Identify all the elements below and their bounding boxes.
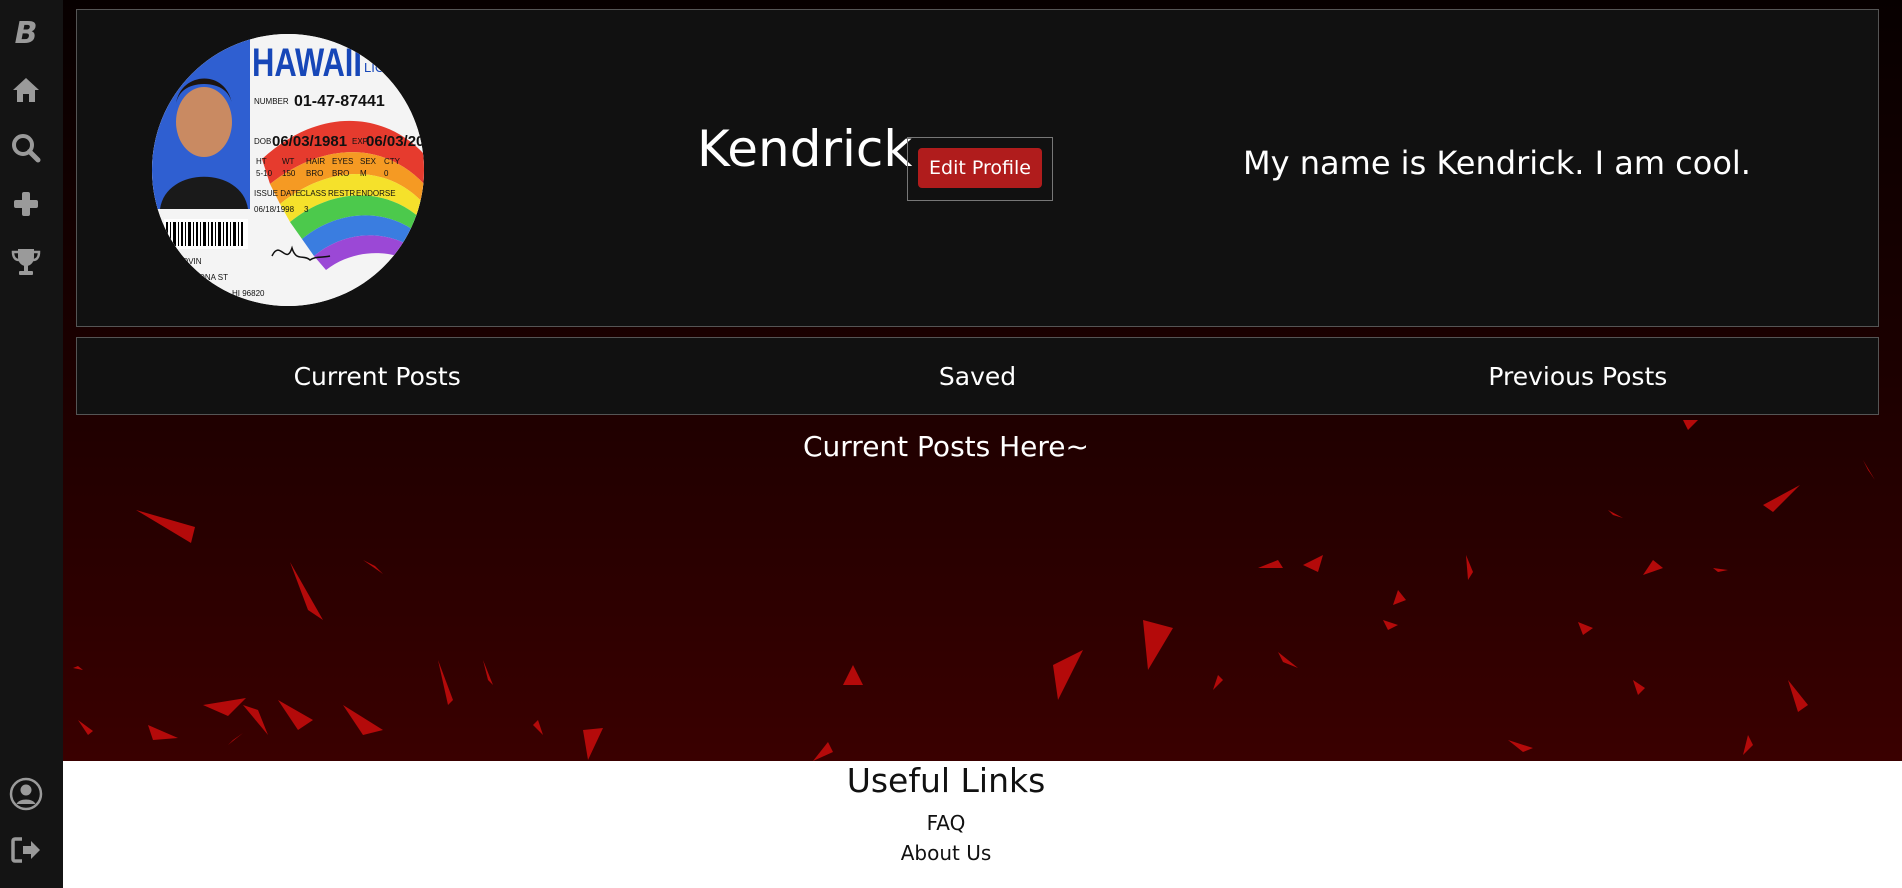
sidebar: B (0, 0, 63, 888)
brand-letter: B (14, 16, 38, 51)
svg-text:ISSUE DATE: ISSUE DATE (254, 189, 301, 198)
edit-profile-button[interactable]: Edit Profile (918, 148, 1042, 188)
svg-text:ENDORSE: ENDORSE (356, 189, 396, 198)
faq-link[interactable]: FAQ (63, 811, 1829, 835)
svg-text:3: 3 (304, 205, 309, 214)
svg-text:OVIN: OVIN (182, 257, 202, 266)
profile-tabs: Current Posts Saved Previous Posts (76, 337, 1879, 415)
svg-text:HAWAII: HAWAII (252, 41, 362, 85)
tab-previous-posts[interactable]: Previous Posts (1278, 338, 1878, 414)
svg-text:0: 0 (384, 169, 389, 178)
posts-heading: Current Posts Here~ (802, 430, 1089, 463)
svg-text:SEX: SEX (360, 157, 377, 166)
svg-text:HAIR: HAIR (306, 157, 325, 166)
svg-text:06/03/1981: 06/03/1981 (272, 133, 347, 150)
tab-saved[interactable]: Saved (677, 338, 1277, 414)
brand-logo[interactable]: B (0, 16, 52, 52)
about-us-link[interactable]: About Us (63, 841, 1829, 865)
svg-text:M: M (360, 169, 367, 178)
user-circle-icon[interactable] (0, 774, 52, 814)
svg-text:NUMBER: NUMBER (254, 97, 289, 106)
svg-text:01-47-87441: 01-47-87441 (294, 93, 385, 110)
svg-text:MONA ST: MONA ST (192, 273, 228, 282)
footer: Useful Links FAQ About Us (63, 761, 1902, 888)
main-content: HAWAII DRI LICEN NUMBER 01-47-87441 DOB … (63, 0, 1902, 761)
profile-card: HAWAII DRI LICEN NUMBER 01-47-87441 DOB … (76, 9, 1879, 327)
plus-icon[interactable] (0, 186, 52, 222)
profile-bio: My name is Kendrick. I am cool. (1243, 144, 1751, 182)
svg-text:HT: HT (256, 157, 267, 166)
svg-text:5-10: 5-10 (256, 169, 273, 178)
svg-text:LICEN: LICEN (364, 60, 402, 75)
svg-text:WT: WT (282, 157, 295, 166)
svg-text:RESTR: RESTR (328, 189, 355, 198)
search-icon[interactable] (0, 130, 52, 166)
id-card-image: HAWAII DRI LICEN NUMBER 01-47-87441 DOB … (152, 34, 424, 306)
svg-text:HI 96820: HI 96820 (232, 289, 265, 298)
tab-current-posts[interactable]: Current Posts (77, 338, 677, 414)
svg-text:150: 150 (282, 169, 296, 178)
trophy-icon[interactable] (0, 244, 52, 280)
profile-username: Kendrick (697, 120, 913, 178)
profile-avatar[interactable]: HAWAII DRI LICEN NUMBER 01-47-87441 DOB … (152, 34, 424, 306)
svg-text:BRO: BRO (306, 169, 323, 178)
edit-profile-frame: Edit Profile (907, 137, 1053, 201)
svg-text:DRI: DRI (364, 44, 386, 59)
svg-text:EYES: EYES (332, 157, 353, 166)
sign-out-icon[interactable] (0, 832, 52, 868)
svg-text:CTY: CTY (384, 157, 401, 166)
svg-text:CLASS: CLASS (300, 189, 326, 198)
svg-text:06/18/1998: 06/18/1998 (254, 205, 295, 214)
svg-text:06/03/2008: 06/03/2008 (366, 133, 424, 150)
home-icon[interactable] (0, 72, 52, 108)
svg-text:BRO: BRO (332, 169, 349, 178)
svg-text:DOB: DOB (254, 137, 271, 146)
footer-title: Useful Links (846, 761, 1046, 800)
